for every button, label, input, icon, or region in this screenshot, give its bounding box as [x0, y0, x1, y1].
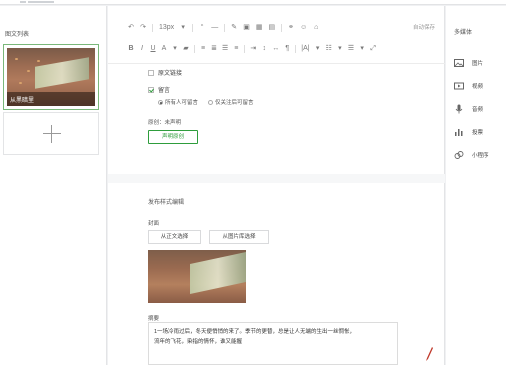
underline-icon[interactable]: U: [150, 45, 156, 53]
emoji-icon[interactable]: ☺: [300, 24, 307, 32]
comment-permission-group: 所有人可留言 仅关注后可留言: [158, 98, 254, 106]
media-vote-button[interactable]: 投票: [454, 122, 506, 142]
format-painter-icon[interactable]: ✎: [231, 24, 237, 32]
divider-icon[interactable]: —: [211, 24, 218, 32]
article-list-title: 图文列表: [5, 32, 30, 38]
paragraph-icon[interactable]: ¶: [284, 45, 290, 53]
align-right-icon[interactable]: ☰: [222, 45, 228, 53]
redo-icon[interactable]: ↷: [140, 24, 146, 32]
media-miniprogram-button[interactable]: 小程序: [454, 145, 506, 165]
microphone-icon: [455, 104, 463, 114]
line-height-icon[interactable]: ↕: [261, 45, 267, 53]
original-link-checkbox[interactable]: [148, 69, 154, 76]
toolbar-row-1: ↶ ↷ 13px ▾ “ — ✎ ▣ ▦ ▤ ⚭ ☺ ⌂: [128, 23, 319, 33]
margin-icon[interactable]: |A|: [301, 45, 309, 53]
comment-option[interactable]: 留言: [148, 85, 170, 94]
article-list-panel: 图文列表 从黑暗里: [0, 6, 107, 365]
select-from-library-button[interactable]: 从图片库选择: [209, 230, 269, 244]
top-bar: [0, 0, 506, 5]
select-from-body-button[interactable]: 从正文选择: [148, 230, 201, 244]
indent-icon[interactable]: ⇥: [250, 45, 256, 53]
toolbar-row-2: B I U A ▾ ▰ ≡ ≣ ☰ ≡ ⇥ ↕ ↔ ¶ |A| ▾ ☷ ▾ ☰ …: [128, 44, 376, 54]
image-icon[interactable]: ▣: [243, 24, 250, 32]
plus-icon: [43, 133, 61, 134]
comment-label: 留言: [158, 88, 171, 94]
original-link-label: 原文链接: [158, 71, 183, 77]
summary-label: 摘要: [148, 316, 160, 322]
more-icon[interactable]: ⌂: [313, 24, 319, 32]
font-color-icon[interactable]: A: [161, 45, 167, 53]
original-status: 原创：未声明: [148, 120, 182, 126]
bar-chart-icon: [455, 129, 463, 136]
pen-cursor-icon: [426, 347, 433, 361]
video-icon: [454, 82, 464, 90]
link-icon[interactable]: ⚭: [288, 24, 294, 32]
align-left-icon[interactable]: ≡: [200, 45, 206, 53]
publish-style-title: 发布样式编辑: [148, 200, 185, 206]
media-panel-title: 多媒体: [454, 30, 473, 36]
quote-icon[interactable]: “: [199, 24, 205, 32]
media-panel: 多媒体 图片 视频 音频 投票 小程序: [446, 6, 506, 365]
summary-line-2: 流年的飞花，染指的情怀，谁又能握: [154, 339, 243, 345]
cover-label: 封面: [148, 221, 160, 227]
breadcrumb: [20, 0, 60, 4]
chevron-down-icon[interactable]: ▾: [180, 24, 186, 32]
radio-icon: [208, 100, 214, 106]
section-divider: [108, 174, 445, 183]
editor-area: ↶ ↷ 13px ▾ “ — ✎ ▣ ▦ ▤ ⚭ ☺ ⌂ 自动保存 B I U …: [108, 6, 445, 365]
highlight-icon[interactable]: ▰: [183, 45, 189, 53]
ordered-list-icon[interactable]: ☰: [348, 45, 354, 53]
font-size-select[interactable]: 13px: [159, 24, 174, 32]
fullscreen-icon[interactable]: ⤢: [370, 45, 376, 53]
radio-selected-icon: [158, 100, 163, 106]
align-center-icon[interactable]: ≣: [211, 45, 217, 53]
cover-image: [148, 250, 246, 303]
declare-original-button[interactable]: 声明原创: [148, 130, 198, 144]
add-article-button[interactable]: [3, 112, 99, 155]
autosave-indicator: 自动保存: [412, 25, 435, 31]
editor-toolbar: ↶ ↷ 13px ▾ “ — ✎ ▣ ▦ ▤ ⚭ ☺ ⌂ 自动保存 B I U …: [108, 6, 445, 64]
chevron-down-icon[interactable]: ▾: [337, 45, 343, 53]
original-link-option[interactable]: 原文链接: [148, 68, 182, 77]
italic-icon[interactable]: I: [139, 45, 145, 53]
article-thumbnail-card[interactable]: 从黑暗里: [3, 44, 99, 110]
justify-icon[interactable]: ≡: [233, 45, 239, 53]
thumbnail-caption: 从黑暗里: [7, 92, 95, 106]
bold-icon[interactable]: B: [128, 45, 134, 53]
chevron-down-icon[interactable]: ▾: [315, 45, 321, 53]
summary-textarea[interactable]: 1一场冷雨过后，冬天便悄悄的来了。季节的更替，总是让人无端的生出一丝惆怅， 流年…: [148, 322, 398, 365]
summary-line-1: 1一场冷雨过后，冬天便悄悄的来了。季节的更替，总是让人无端的生出一丝惆怅，: [154, 329, 356, 335]
media-video-button[interactable]: 视频: [454, 76, 506, 96]
comment-followers-radio[interactable]: 仅关注后可留言: [208, 98, 254, 106]
chevron-down-icon[interactable]: ▾: [359, 45, 365, 53]
mini-program-icon: [454, 151, 464, 159]
undo-icon[interactable]: ↶: [128, 24, 134, 32]
article-cover-thumbnail: 从黑暗里: [7, 48, 95, 106]
chevron-down-icon[interactable]: ▾: [172, 45, 178, 53]
comment-checkbox[interactable]: [148, 86, 154, 93]
comment-all-radio[interactable]: 所有人可留言: [158, 98, 198, 106]
image-icon: [454, 59, 464, 67]
table-icon[interactable]: ▦: [256, 24, 263, 32]
media-audio-button[interactable]: 音频: [454, 99, 506, 119]
list-icon[interactable]: ☷: [326, 45, 332, 53]
clear-format-icon[interactable]: ▤: [268, 24, 275, 32]
media-image-button[interactable]: 图片: [454, 53, 506, 73]
letter-spacing-icon[interactable]: ↔: [272, 45, 279, 53]
